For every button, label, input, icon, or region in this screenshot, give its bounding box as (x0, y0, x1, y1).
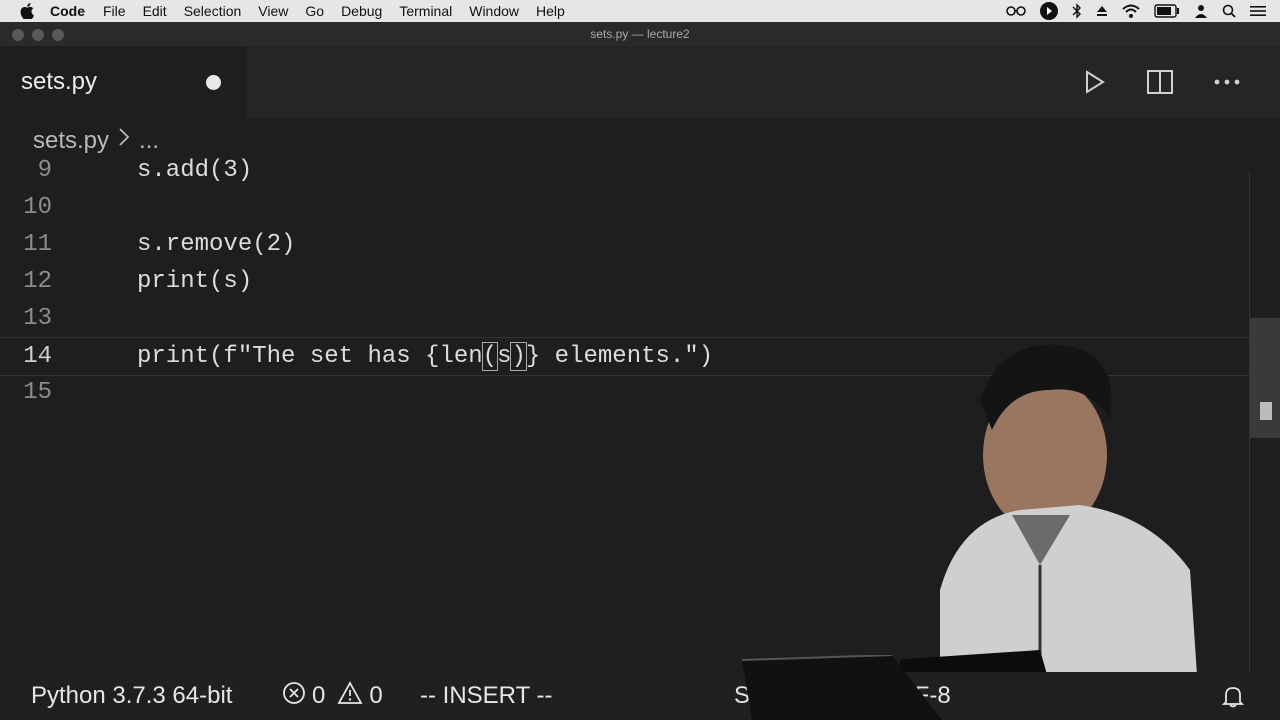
zoom-window-button[interactable] (52, 29, 64, 41)
editor-actions (1084, 46, 1240, 118)
matching-bracket-open: ( (481, 342, 499, 371)
code-segment: print(f"The set has {len (137, 343, 483, 370)
status-tray (1006, 0, 1266, 22)
status-bar: Python 3.7.3 64-bit 0 0 -- INSERT -- Sp … (0, 672, 1280, 720)
code-line: 15 (0, 374, 1250, 411)
line-code[interactable]: print(f"The set has {len(s)} elements.") (137, 338, 713, 375)
chevron-right-icon (117, 126, 131, 155)
breadcrumb: sets.py ... (33, 126, 159, 155)
breadcrumb-file[interactable]: sets.py (33, 127, 109, 155)
more-icon[interactable] (1214, 79, 1240, 85)
minimize-window-button[interactable] (32, 29, 44, 41)
code-line-current: 14 print(f"The set has {len(s)} elements… (0, 337, 1250, 376)
menu-icon[interactable] (1250, 5, 1266, 17)
menu-help[interactable]: Help (536, 3, 565, 19)
code-line: 12 print(s) (0, 263, 1250, 300)
close-window-button[interactable] (12, 29, 24, 41)
apple-icon[interactable] (20, 3, 36, 19)
warning-count: 0 (369, 682, 383, 709)
line-number: 14 (23, 343, 52, 370)
window-controls (12, 29, 64, 41)
menu-window[interactable]: Window (469, 3, 519, 19)
code-line: 9 s.add(3) (0, 152, 1250, 189)
search-icon[interactable] (1222, 4, 1236, 18)
eject-icon[interactable] (1096, 5, 1108, 17)
menu-bar: Code File Edit Selection View Go Debug T… (0, 0, 1280, 22)
scrollbar-cursor-marker (1260, 402, 1272, 420)
tab-sets-py[interactable]: sets.py (0, 46, 246, 118)
play-circle-icon[interactable] (1040, 2, 1058, 20)
line-code[interactable]: s.remove(2) (137, 226, 295, 263)
vim-mode: -- INSERT -- (420, 682, 553, 709)
bell-icon[interactable] (1222, 684, 1244, 708)
code-line: 10 (0, 189, 1250, 226)
scrollbar-thumb[interactable] (1250, 318, 1280, 438)
python-interpreter[interactable]: Python 3.7.3 64-bit (31, 682, 232, 710)
line-number: 11 (23, 231, 52, 258)
matching-bracket-close: ) (510, 342, 527, 371)
menu-terminal[interactable]: Terminal (399, 3, 452, 19)
run-icon[interactable] (1084, 70, 1106, 94)
line-number: 10 (23, 194, 52, 221)
warning-icon (337, 680, 363, 712)
line-code[interactable]: print(s) (137, 263, 252, 300)
line-code[interactable]: s.add(3) (137, 152, 252, 189)
menu-edit[interactable]: Edit (143, 3, 167, 19)
menu-view[interactable]: View (258, 3, 288, 19)
battery-icon[interactable] (1154, 4, 1180, 18)
laptop-overlay (742, 655, 942, 720)
menu-debug[interactable]: Debug (341, 3, 382, 19)
menu-file[interactable]: File (103, 3, 126, 19)
tab-label: sets.py (21, 68, 98, 95)
user-icon[interactable] (1194, 4, 1208, 18)
accessibility-icon[interactable] (1006, 5, 1026, 17)
tab-bar: sets.py (0, 46, 1280, 118)
breadcrumb-symbols[interactable]: ... (139, 127, 159, 155)
line-number: 12 (23, 268, 52, 295)
code-line: 13 (0, 300, 1250, 337)
unsaved-dot-icon[interactable] (206, 75, 221, 90)
window-title: sets.py — lecture2 (590, 27, 690, 41)
code-line: 11 s.remove(2) (0, 226, 1250, 263)
split-editor-icon[interactable] (1146, 69, 1174, 95)
window-titlebar: sets.py — lecture2 (0, 22, 1280, 46)
menu-go[interactable]: Go (305, 3, 324, 19)
wifi-icon[interactable] (1122, 4, 1140, 18)
problems-indicator[interactable]: 0 0 (282, 680, 383, 712)
code-segment: } elements.") (525, 343, 714, 370)
code-segment: s (497, 343, 512, 370)
code-editor[interactable]: 9 s.add(3) 10 11 s.remove(2) 12 print(s)… (0, 152, 1280, 672)
line-number: 9 (37, 157, 52, 184)
error-count: 0 (312, 682, 326, 709)
line-number: 13 (23, 305, 52, 332)
bluetooth-icon[interactable] (1072, 3, 1082, 19)
menu-selection[interactable]: Selection (184, 3, 242, 19)
error-icon (282, 681, 306, 712)
line-number: 15 (23, 379, 52, 406)
app-name[interactable]: Code (50, 3, 85, 19)
